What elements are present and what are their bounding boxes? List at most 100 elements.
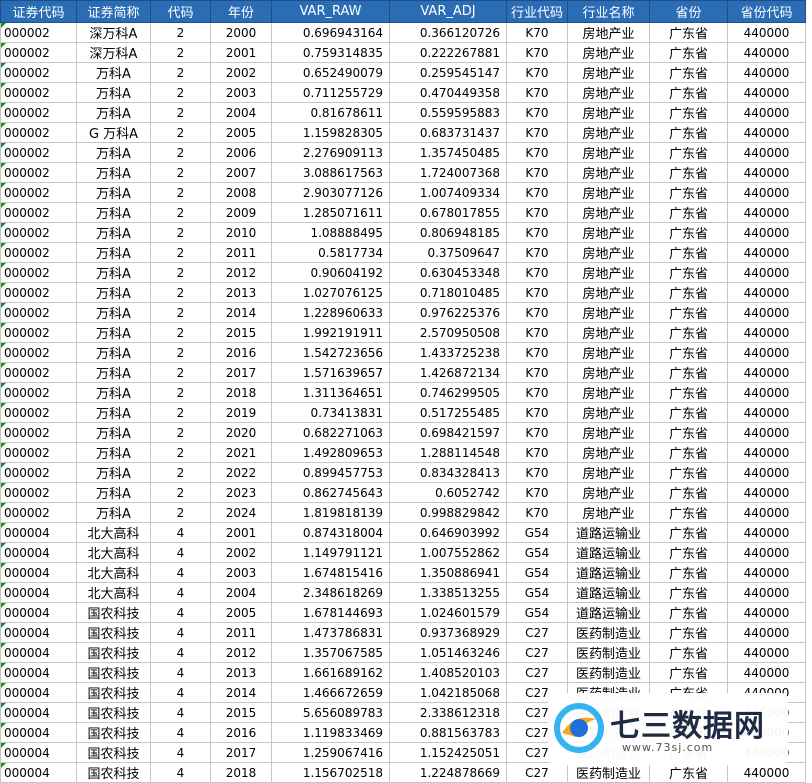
stock-code-cell[interactable]: 000004 bbox=[0, 622, 77, 643]
var-adj-cell[interactable]: 0.937368929 bbox=[389, 622, 507, 643]
var-raw-cell[interactable]: 1.542723656 bbox=[271, 342, 390, 363]
code-cell[interactable]: 4 bbox=[150, 602, 211, 623]
var-raw-cell[interactable]: 1.119833469 bbox=[271, 722, 390, 743]
year-cell[interactable]: 2016 bbox=[210, 342, 272, 363]
province-cell[interactable]: 广东省 bbox=[649, 62, 728, 83]
province-code-cell[interactable]: 440000 bbox=[727, 482, 806, 503]
var-adj-cell[interactable]: 0.222267881 bbox=[389, 42, 507, 63]
stock-name-cell[interactable]: 万科A bbox=[76, 242, 151, 263]
province-cell[interactable]: 广东省 bbox=[649, 582, 728, 603]
stock-name-cell[interactable]: 万科A bbox=[76, 402, 151, 423]
year-cell[interactable]: 2012 bbox=[210, 262, 272, 283]
industry-name-cell[interactable]: 房地产业 bbox=[567, 502, 650, 523]
header-cell[interactable]: 行业代码 bbox=[506, 0, 568, 23]
industry-name-cell[interactable]: 房地产业 bbox=[567, 302, 650, 323]
var-adj-cell[interactable]: 0.517255485 bbox=[389, 402, 507, 423]
code-cell[interactable]: 4 bbox=[150, 522, 211, 543]
code-cell[interactable]: 2 bbox=[150, 462, 211, 483]
stock-code-cell[interactable]: 000002 bbox=[0, 402, 77, 423]
code-cell[interactable]: 2 bbox=[150, 82, 211, 103]
var-adj-cell[interactable]: 1.007552862 bbox=[389, 542, 507, 563]
header-cell[interactable]: VAR_ADJ bbox=[389, 0, 507, 23]
province-code-cell[interactable]: 440000 bbox=[727, 462, 806, 483]
industry-name-cell[interactable]: 房地产业 bbox=[567, 82, 650, 103]
province-code-cell[interactable]: 440000 bbox=[727, 42, 806, 63]
year-cell[interactable]: 2010 bbox=[210, 222, 272, 243]
stock-name-cell[interactable]: 万科A bbox=[76, 442, 151, 463]
stock-name-cell[interactable]: 北大高科 bbox=[76, 562, 151, 583]
industry-code-cell[interactable]: C27 bbox=[506, 762, 568, 783]
industry-code-cell[interactable]: K70 bbox=[506, 42, 568, 63]
stock-code-cell[interactable]: 000002 bbox=[0, 22, 77, 43]
code-cell[interactable]: 2 bbox=[150, 62, 211, 83]
var-adj-cell[interactable]: 1.152425051 bbox=[389, 742, 507, 763]
province-code-cell[interactable]: 440000 bbox=[727, 182, 806, 203]
year-cell[interactable]: 2015 bbox=[210, 322, 272, 343]
industry-name-cell[interactable]: 房地产业 bbox=[567, 262, 650, 283]
year-cell[interactable]: 2001 bbox=[210, 42, 272, 63]
stock-name-cell[interactable]: 国农科技 bbox=[76, 682, 151, 703]
stock-name-cell[interactable]: 万科A bbox=[76, 222, 151, 243]
industry-name-cell[interactable]: 房地产业 bbox=[567, 342, 650, 363]
province-cell[interactable]: 广东省 bbox=[649, 382, 728, 403]
var-raw-cell[interactable]: 0.711255729 bbox=[271, 82, 390, 103]
var-adj-cell[interactable]: 1.338513255 bbox=[389, 582, 507, 603]
var-raw-cell[interactable]: 0.874318004 bbox=[271, 522, 390, 543]
province-code-cell[interactable]: 440000 bbox=[727, 322, 806, 343]
province-code-cell[interactable]: 440000 bbox=[727, 642, 806, 663]
code-cell[interactable]: 2 bbox=[150, 502, 211, 523]
var-raw-cell[interactable]: 2.276909113 bbox=[271, 142, 390, 163]
province-cell[interactable]: 广东省 bbox=[649, 422, 728, 443]
industry-code-cell[interactable]: K70 bbox=[506, 122, 568, 143]
year-cell[interactable]: 2018 bbox=[210, 382, 272, 403]
industry-name-cell[interactable]: 道路运输业 bbox=[567, 582, 650, 603]
industry-name-cell[interactable]: 房地产业 bbox=[567, 182, 650, 203]
var-adj-cell[interactable]: 1.426872134 bbox=[389, 362, 507, 383]
var-raw-cell[interactable]: 1.571639657 bbox=[271, 362, 390, 383]
var-adj-cell[interactable]: 1.224878669 bbox=[389, 762, 507, 783]
province-cell[interactable]: 广东省 bbox=[649, 442, 728, 463]
province-code-cell[interactable]: 440000 bbox=[727, 362, 806, 383]
stock-code-cell[interactable]: 000002 bbox=[0, 462, 77, 483]
code-cell[interactable]: 4 bbox=[150, 722, 211, 743]
stock-name-cell[interactable]: G 万科A bbox=[76, 122, 151, 143]
year-cell[interactable]: 2022 bbox=[210, 462, 272, 483]
industry-code-cell[interactable]: G54 bbox=[506, 582, 568, 603]
industry-name-cell[interactable]: 房地产业 bbox=[567, 482, 650, 503]
code-cell[interactable]: 4 bbox=[150, 542, 211, 563]
stock-name-cell[interactable]: 国农科技 bbox=[76, 762, 151, 783]
province-cell[interactable]: 广东省 bbox=[649, 322, 728, 343]
province-code-cell[interactable]: 440000 bbox=[727, 542, 806, 563]
province-code-cell[interactable]: 440000 bbox=[727, 142, 806, 163]
stock-name-cell[interactable]: 万科A bbox=[76, 82, 151, 103]
industry-code-cell[interactable]: K70 bbox=[506, 182, 568, 203]
code-cell[interactable]: 4 bbox=[150, 642, 211, 663]
code-cell[interactable]: 2 bbox=[150, 142, 211, 163]
var-adj-cell[interactable]: 0.806948185 bbox=[389, 222, 507, 243]
stock-code-cell[interactable]: 000002 bbox=[0, 222, 77, 243]
var-raw-cell[interactable]: 0.73413831 bbox=[271, 402, 390, 423]
year-cell[interactable]: 2012 bbox=[210, 642, 272, 663]
year-cell[interactable]: 2013 bbox=[210, 662, 272, 683]
code-cell[interactable]: 4 bbox=[150, 682, 211, 703]
industry-name-cell[interactable]: 房地产业 bbox=[567, 382, 650, 403]
code-cell[interactable]: 2 bbox=[150, 322, 211, 343]
var-raw-cell[interactable]: 0.682271063 bbox=[271, 422, 390, 443]
province-code-cell[interactable]: 440000 bbox=[727, 622, 806, 643]
var-raw-cell[interactable]: 0.81678611 bbox=[271, 102, 390, 123]
province-code-cell[interactable]: 440000 bbox=[727, 402, 806, 423]
province-cell[interactable]: 广东省 bbox=[649, 642, 728, 663]
var-raw-cell[interactable]: 1.473786831 bbox=[271, 622, 390, 643]
industry-code-cell[interactable]: K70 bbox=[506, 362, 568, 383]
var-adj-cell[interactable]: 1.408520103 bbox=[389, 662, 507, 683]
province-cell[interactable]: 广东省 bbox=[649, 22, 728, 43]
province-code-cell[interactable]: 440000 bbox=[727, 382, 806, 403]
stock-name-cell[interactable]: 国农科技 bbox=[76, 722, 151, 743]
var-adj-cell[interactable]: 1.007409334 bbox=[389, 182, 507, 203]
code-cell[interactable]: 2 bbox=[150, 102, 211, 123]
province-cell[interactable]: 广东省 bbox=[649, 262, 728, 283]
province-cell[interactable]: 广东省 bbox=[649, 482, 728, 503]
var-adj-cell[interactable]: 0.630453348 bbox=[389, 262, 507, 283]
industry-code-cell[interactable]: C27 bbox=[506, 662, 568, 683]
industry-name-cell[interactable]: 房地产业 bbox=[567, 102, 650, 123]
